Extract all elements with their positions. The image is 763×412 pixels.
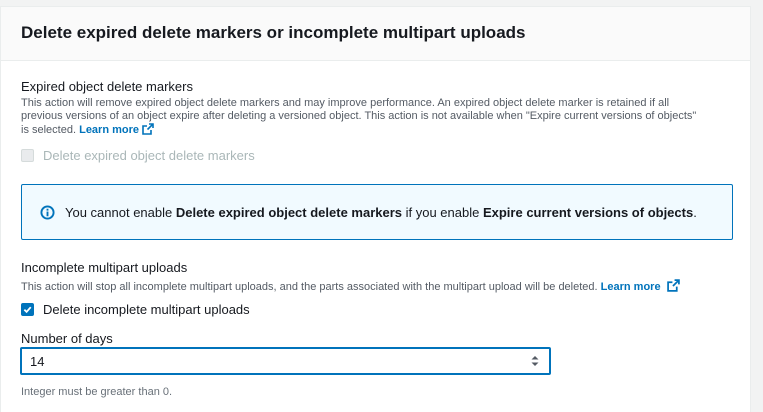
- info-alert: You cannot enable Delete expired object …: [21, 184, 733, 240]
- multipart-description: This action will stop all incomplete mul…: [21, 281, 598, 293]
- expired-markers-checkbox-row[interactable]: Delete expired object delete markers: [21, 148, 255, 163]
- info-text-pre: You cannot enable: [65, 205, 176, 220]
- expired-markers-learn-more-link[interactable]: Learn more: [79, 124, 139, 136]
- expired-markers-description-tail: is selected.: [21, 124, 77, 136]
- panel-title: Delete expired delete markers or incompl…: [21, 23, 526, 42]
- number-spinner-icon[interactable]: [530, 354, 540, 373]
- info-text-bold-expire: Expire current versions of objects: [482, 205, 694, 220]
- info-text-bold-markers: Delete expired object delete markers: [175, 205, 403, 220]
- expired-markers-label: Expired object delete markers: [21, 79, 193, 94]
- external-link-icon[interactable]: [142, 123, 154, 139]
- external-link-icon[interactable]: [666, 279, 680, 296]
- days-field-hint: Integer must be greater than 0.: [21, 386, 173, 398]
- multipart-checkbox[interactable]: [21, 303, 34, 316]
- info-text-mid: if you enable: [402, 205, 483, 220]
- days-input-wrapper[interactable]: [20, 347, 551, 375]
- page-background: Delete expired delete markers or incompl…: [0, 0, 763, 412]
- expired-markers-description-line1: This action will remove expired object d…: [21, 97, 670, 109]
- multipart-description-row: This action will stop all incomplete mul…: [21, 279, 680, 296]
- expired-markers-checkbox[interactable]: [21, 149, 34, 162]
- days-input[interactable]: [30, 352, 510, 370]
- multipart-label: Incomplete multipart uploads: [21, 260, 188, 275]
- expired-markers-description-line3: is selected. Learn more: [21, 123, 741, 139]
- days-field-label: Number of days: [21, 331, 113, 346]
- multipart-checkbox-label: Delete incomplete multipart uploads: [43, 302, 250, 317]
- expired-markers-description: This action will remove expired object d…: [21, 97, 741, 139]
- info-icon: [40, 205, 55, 225]
- expired-markers-checkbox-label: Delete expired object delete markers: [43, 148, 255, 163]
- info-text-post: .: [693, 205, 697, 220]
- checkmark-icon: [23, 306, 32, 314]
- expired-markers-description-line2: previous versions of an object expire af…: [21, 110, 697, 122]
- multipart-checkbox-row[interactable]: Delete incomplete multipart uploads: [21, 302, 250, 317]
- info-alert-message: You cannot enable Delete expired object …: [65, 205, 697, 220]
- panel-header: Delete expired delete markers or incompl…: [1, 7, 750, 61]
- multipart-learn-more-link[interactable]: Learn more: [601, 281, 661, 293]
- lifecycle-actions-panel: Delete expired delete markers or incompl…: [0, 6, 751, 412]
